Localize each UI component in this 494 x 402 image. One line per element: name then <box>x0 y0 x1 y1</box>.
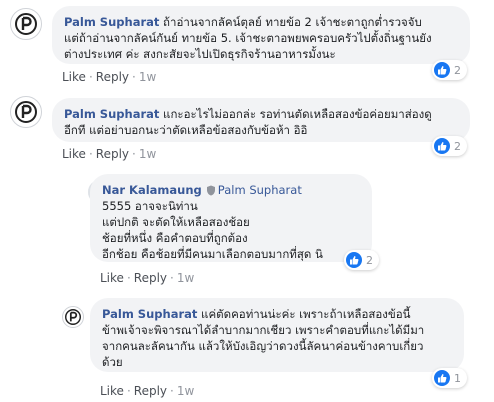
comment-text-line: แต่ถ้าอ่านจากลัคน์กันย์ ทายข้อ 5. เจ้าชะ… <box>64 31 432 45</box>
reply-link[interactable]: Reply <box>134 384 167 398</box>
thumbs-up-icon <box>434 370 450 386</box>
p-logo-icon <box>15 101 37 123</box>
comment-bubble: Nar Kalamaung Palm Supharat 5555 อาจจะนิท… <box>90 174 372 262</box>
reaction-count[interactable]: 1 <box>432 368 467 388</box>
avatar[interactable] <box>62 306 84 328</box>
reply-link[interactable]: Reply <box>96 147 129 161</box>
comment-text-line: ข้าพเจ้าจะพิจารณาได้ลำบากมากเชียว เพราะค… <box>102 323 425 337</box>
reaction-number: 1 <box>454 371 461 385</box>
reaction-number: 2 <box>454 63 461 77</box>
reaction-number: 2 <box>454 139 461 153</box>
comment-text-line: แต่ปกติ จะตัดให้เหลือสองช้อย <box>102 215 250 229</box>
comment-text-line: อีกช้อย คือช้อยที่มีคนมาเลือกตอบมากที่สุ… <box>102 247 323 261</box>
reaction-count[interactable]: 2 <box>432 136 467 156</box>
comment-text-line: แกะอะไรไม่ออกล่ะ รอท่านตัดเหลือสองข้อค่อ… <box>163 107 432 121</box>
timestamp[interactable]: 1w <box>177 271 194 285</box>
thumbs-up-icon <box>434 138 450 154</box>
comment-bubble: Palm Supharat ถ้าอ่านจากลัคน์ตุลย์ ทายข้… <box>52 6 470 64</box>
avatar[interactable] <box>10 96 42 128</box>
reply-link[interactable]: Reply <box>134 271 167 285</box>
comment-author[interactable]: Palm Supharat <box>64 15 159 29</box>
comment-text-line: จากคนละลัคนากัน แล้วให้บังเอิญว่าดวงนี้ล… <box>102 339 424 353</box>
comment-author[interactable]: Palm Supharat <box>102 307 197 321</box>
reaction-count[interactable]: 2 <box>344 250 379 270</box>
avatar[interactable] <box>10 8 42 40</box>
p-logo-icon <box>65 309 81 325</box>
p-logo-icon <box>15 13 37 35</box>
reaction-number: 2 <box>366 253 373 267</box>
comment-text-line: ถ้าอ่านจากลัคน์ตุลย์ ทายข้อ 2 เจ้าชะตาถู… <box>163 15 422 29</box>
comment-text-line: ด้วย <box>102 355 123 369</box>
shield-icon <box>206 185 215 196</box>
thumbs-up-icon <box>434 62 450 78</box>
comment-author[interactable]: Nar Kalamaung <box>102 183 202 197</box>
like-link[interactable]: Like <box>100 384 124 398</box>
timestamp[interactable]: 1w <box>139 147 156 161</box>
thumbs-up-icon <box>346 252 362 268</box>
comment-text-line: ต่างประเทศ ค่ะ สงกะสัยจะไปเปิดธุรกิจร้าน… <box>64 47 336 61</box>
like-link[interactable]: Like <box>62 70 86 84</box>
timestamp[interactable]: 1w <box>177 384 194 398</box>
comment-bubble: Palm Supharat แกะอะไรไม่ออกล่ะ รอท่านตัด… <box>52 98 470 142</box>
comment-actions: Like · Reply · 1w <box>62 70 157 84</box>
comment-text-line: 5555 อาจจะนิท่าน <box>102 199 198 213</box>
comment-text-line: ช้อยที่หนึ่ง คือคำตอบที่ถูกต้อง <box>102 231 248 245</box>
timestamp[interactable]: 1w <box>139 70 156 84</box>
comment-actions: Like · Reply · 1w <box>62 147 157 161</box>
comment-author[interactable]: Palm Supharat <box>64 107 159 121</box>
tagged-user[interactable]: Palm Supharat <box>218 183 302 197</box>
comment-actions: Like · Reply · 1w <box>100 384 195 398</box>
comment-actions: Like · Reply · 1w <box>100 271 195 285</box>
reaction-count[interactable]: 2 <box>432 60 467 80</box>
comment-text-line: อีกที แต่อย่าบอกนะว่าตัดเหลือข้อสองกับข้… <box>64 123 308 137</box>
comment-bubble: Palm Supharat แค่ตัดคอท่านน่ะค่ะ เพราะถ้… <box>90 298 464 372</box>
reply-link[interactable]: Reply <box>96 70 129 84</box>
like-link[interactable]: Like <box>62 147 86 161</box>
comment-text-line: แค่ตัดคอท่านน่ะค่ะ เพราะถ้าเหลือสองข้อนี… <box>201 307 411 321</box>
like-link[interactable]: Like <box>100 271 124 285</box>
